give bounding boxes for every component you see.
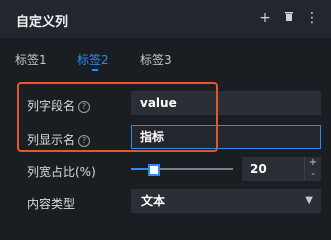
content-type-select[interactable]: 文本 ▼	[131, 189, 321, 213]
highlight-annotation	[17, 82, 218, 152]
chevron-down-icon: ▼	[305, 195, 313, 206]
active-tab-indicator	[92, 69, 98, 71]
more-icon[interactable]: ⋮	[304, 10, 320, 26]
stepper-up-button[interactable]: +	[305, 157, 321, 169]
content-type-label: 内容类型	[27, 197, 76, 211]
width-slider-thumb[interactable]	[148, 164, 160, 176]
content-type-value: 文本	[141, 194, 166, 208]
tab-3[interactable]: 标签3	[140, 51, 172, 68]
tab-bar: 标签1 标签2 标签3	[0, 38, 331, 78]
width-number-input[interactable]: 20	[242, 157, 304, 181]
width-stepper: + -	[304, 157, 321, 181]
panel-title: 自定义列	[16, 15, 69, 30]
panel-header: 自定义列 + ⋮	[0, 0, 331, 38]
trash-icon[interactable]	[281, 10, 297, 26]
plus-icon[interactable]: +	[257, 10, 273, 26]
tab-2[interactable]: 标签2	[77, 51, 109, 68]
column-width-label: 列宽占比(%)	[27, 165, 96, 179]
tab-1[interactable]: 标签1	[15, 51, 47, 68]
stepper-down-button[interactable]: -	[305, 169, 321, 181]
